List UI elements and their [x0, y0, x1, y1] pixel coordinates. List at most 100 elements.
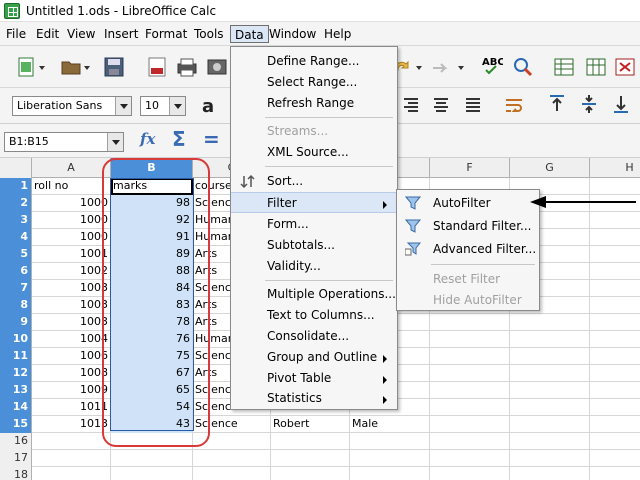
cell-b5[interactable]: 89: [111, 246, 193, 263]
cell-a7[interactable]: 1003: [32, 280, 111, 297]
menu-define-range[interactable]: Define Range...: [231, 51, 397, 72]
menu-multiple-operations[interactable]: Multiple Operations...: [231, 284, 397, 305]
row-header[interactable]: 13: [0, 382, 32, 399]
row-header[interactable]: 14: [0, 399, 32, 416]
menu-view[interactable]: View: [63, 25, 99, 43]
cell-b12[interactable]: 67: [111, 365, 193, 382]
cell-a1[interactable]: roll no: [32, 178, 111, 195]
select-all-corner[interactable]: [0, 158, 32, 178]
cell-b2[interactable]: 98: [111, 195, 193, 212]
align-right-icon[interactable]: [400, 95, 422, 117]
cell-f11[interactable]: [430, 348, 510, 365]
open-dropdown-icon[interactable]: [84, 66, 90, 70]
name-box[interactable]: B1:B15: [4, 132, 124, 152]
menu-window[interactable]: Window: [265, 25, 320, 43]
column-header-g[interactable]: G: [510, 158, 590, 178]
cell-h7[interactable]: [590, 280, 640, 297]
menu-filter[interactable]: Filter: [231, 192, 397, 213]
menu-group-and-outline[interactable]: Group and Outline: [231, 347, 397, 368]
cell-h15[interactable]: [590, 416, 640, 433]
cell-d15[interactable]: Robert: [271, 416, 350, 433]
cell-h14[interactable]: [590, 399, 640, 416]
cell-a2[interactable]: 1000: [32, 195, 111, 212]
menu-select-range[interactable]: Select Range...: [231, 72, 397, 93]
cell-b18[interactable]: [111, 467, 193, 480]
cell-g18[interactable]: [510, 467, 590, 480]
cell-g11[interactable]: [510, 348, 590, 365]
cell-f12[interactable]: [430, 365, 510, 382]
cell-e17[interactable]: [350, 450, 430, 467]
cell-b13[interactable]: 65: [111, 382, 193, 399]
sum-icon[interactable]: Σ: [172, 127, 186, 151]
cell-a12[interactable]: 1008: [32, 365, 111, 382]
cell-a17[interactable]: [32, 450, 111, 467]
cell-c16[interactable]: [193, 433, 271, 450]
menu-tools[interactable]: Tools: [190, 25, 228, 43]
row-header[interactable]: 9: [0, 314, 32, 331]
cell-h17[interactable]: [590, 450, 640, 467]
cell-b15[interactable]: 43: [111, 416, 193, 433]
cell-f18[interactable]: [430, 467, 510, 480]
cell-h10[interactable]: [590, 331, 640, 348]
cell-g9[interactable]: [510, 314, 590, 331]
cell-a3[interactable]: 1000: [32, 212, 111, 229]
cell-b10[interactable]: 76: [111, 331, 193, 348]
font-name-dropdown-icon[interactable]: [115, 97, 131, 115]
align-bottom-icon[interactable]: [610, 93, 632, 115]
menu-xml-source[interactable]: XML Source...: [231, 142, 397, 163]
cell-f14[interactable]: [430, 399, 510, 416]
cell-b9[interactable]: 78: [111, 314, 193, 331]
cell-h3[interactable]: [590, 212, 640, 229]
cell-g15[interactable]: [510, 416, 590, 433]
cell-g12[interactable]: [510, 365, 590, 382]
spellcheck-icon[interactable]: ABC: [481, 54, 503, 76]
cell-e16[interactable]: [350, 433, 430, 450]
print-icon[interactable]: [176, 56, 198, 78]
column-header-f[interactable]: F: [430, 158, 510, 178]
function-wizard-icon[interactable]: fx: [140, 130, 155, 148]
formula-icon[interactable]: =: [203, 127, 220, 151]
cell-b4[interactable]: 91: [111, 229, 193, 246]
cell-a10[interactable]: 1004: [32, 331, 111, 348]
cell-b3[interactable]: 92: [111, 212, 193, 229]
cell-a5[interactable]: 1001: [32, 246, 111, 263]
print-preview-icon[interactable]: [206, 56, 228, 78]
justify-icon[interactable]: [462, 95, 484, 117]
bold-icon[interactable]: a: [198, 94, 220, 116]
column-header-b[interactable]: B: [111, 158, 193, 178]
row-header[interactable]: 17: [0, 450, 32, 467]
column-header-a[interactable]: A: [32, 158, 111, 178]
row-header[interactable]: 4: [0, 229, 32, 246]
cell-f13[interactable]: [430, 382, 510, 399]
cell-g10[interactable]: [510, 331, 590, 348]
align-top-icon[interactable]: [546, 93, 568, 115]
cell-c17[interactable]: [193, 450, 271, 467]
cell-h18[interactable]: [590, 467, 640, 480]
row-header[interactable]: 3: [0, 212, 32, 229]
menu-consolidate[interactable]: Consolidate...: [231, 326, 397, 347]
cell-a18[interactable]: [32, 467, 111, 480]
cell-g14[interactable]: [510, 399, 590, 416]
row-header[interactable]: 1: [0, 178, 32, 195]
delete-rows-icon[interactable]: [614, 56, 636, 78]
cell-a8[interactable]: 1003: [32, 297, 111, 314]
font-size-dropdown-icon[interactable]: [169, 97, 185, 115]
menu-insert[interactable]: Insert: [100, 25, 142, 43]
menu-refresh-range[interactable]: Refresh Range: [231, 93, 397, 114]
menu-data[interactable]: Data: [230, 25, 269, 43]
submenu-advanced-filter[interactable]: Advanced Filter...: [397, 238, 539, 260]
cell-c15[interactable]: Science: [193, 416, 271, 433]
cell-a15[interactable]: 1013: [32, 416, 111, 433]
row-header[interactable]: 16: [0, 433, 32, 450]
row-header[interactable]: 8: [0, 297, 32, 314]
row-header[interactable]: 2: [0, 195, 32, 212]
cell-g13[interactable]: [510, 382, 590, 399]
wrap-text-icon[interactable]: [503, 95, 525, 117]
cell-a16[interactable]: [32, 433, 111, 450]
cell-f10[interactable]: [430, 331, 510, 348]
cell-h1[interactable]: [590, 178, 640, 195]
menu-text-to-columns[interactable]: Text to Columns...: [231, 305, 397, 326]
submenu-autofilter[interactable]: AutoFilter: [397, 192, 539, 214]
cell-f9[interactable]: [430, 314, 510, 331]
cell-f16[interactable]: [430, 433, 510, 450]
